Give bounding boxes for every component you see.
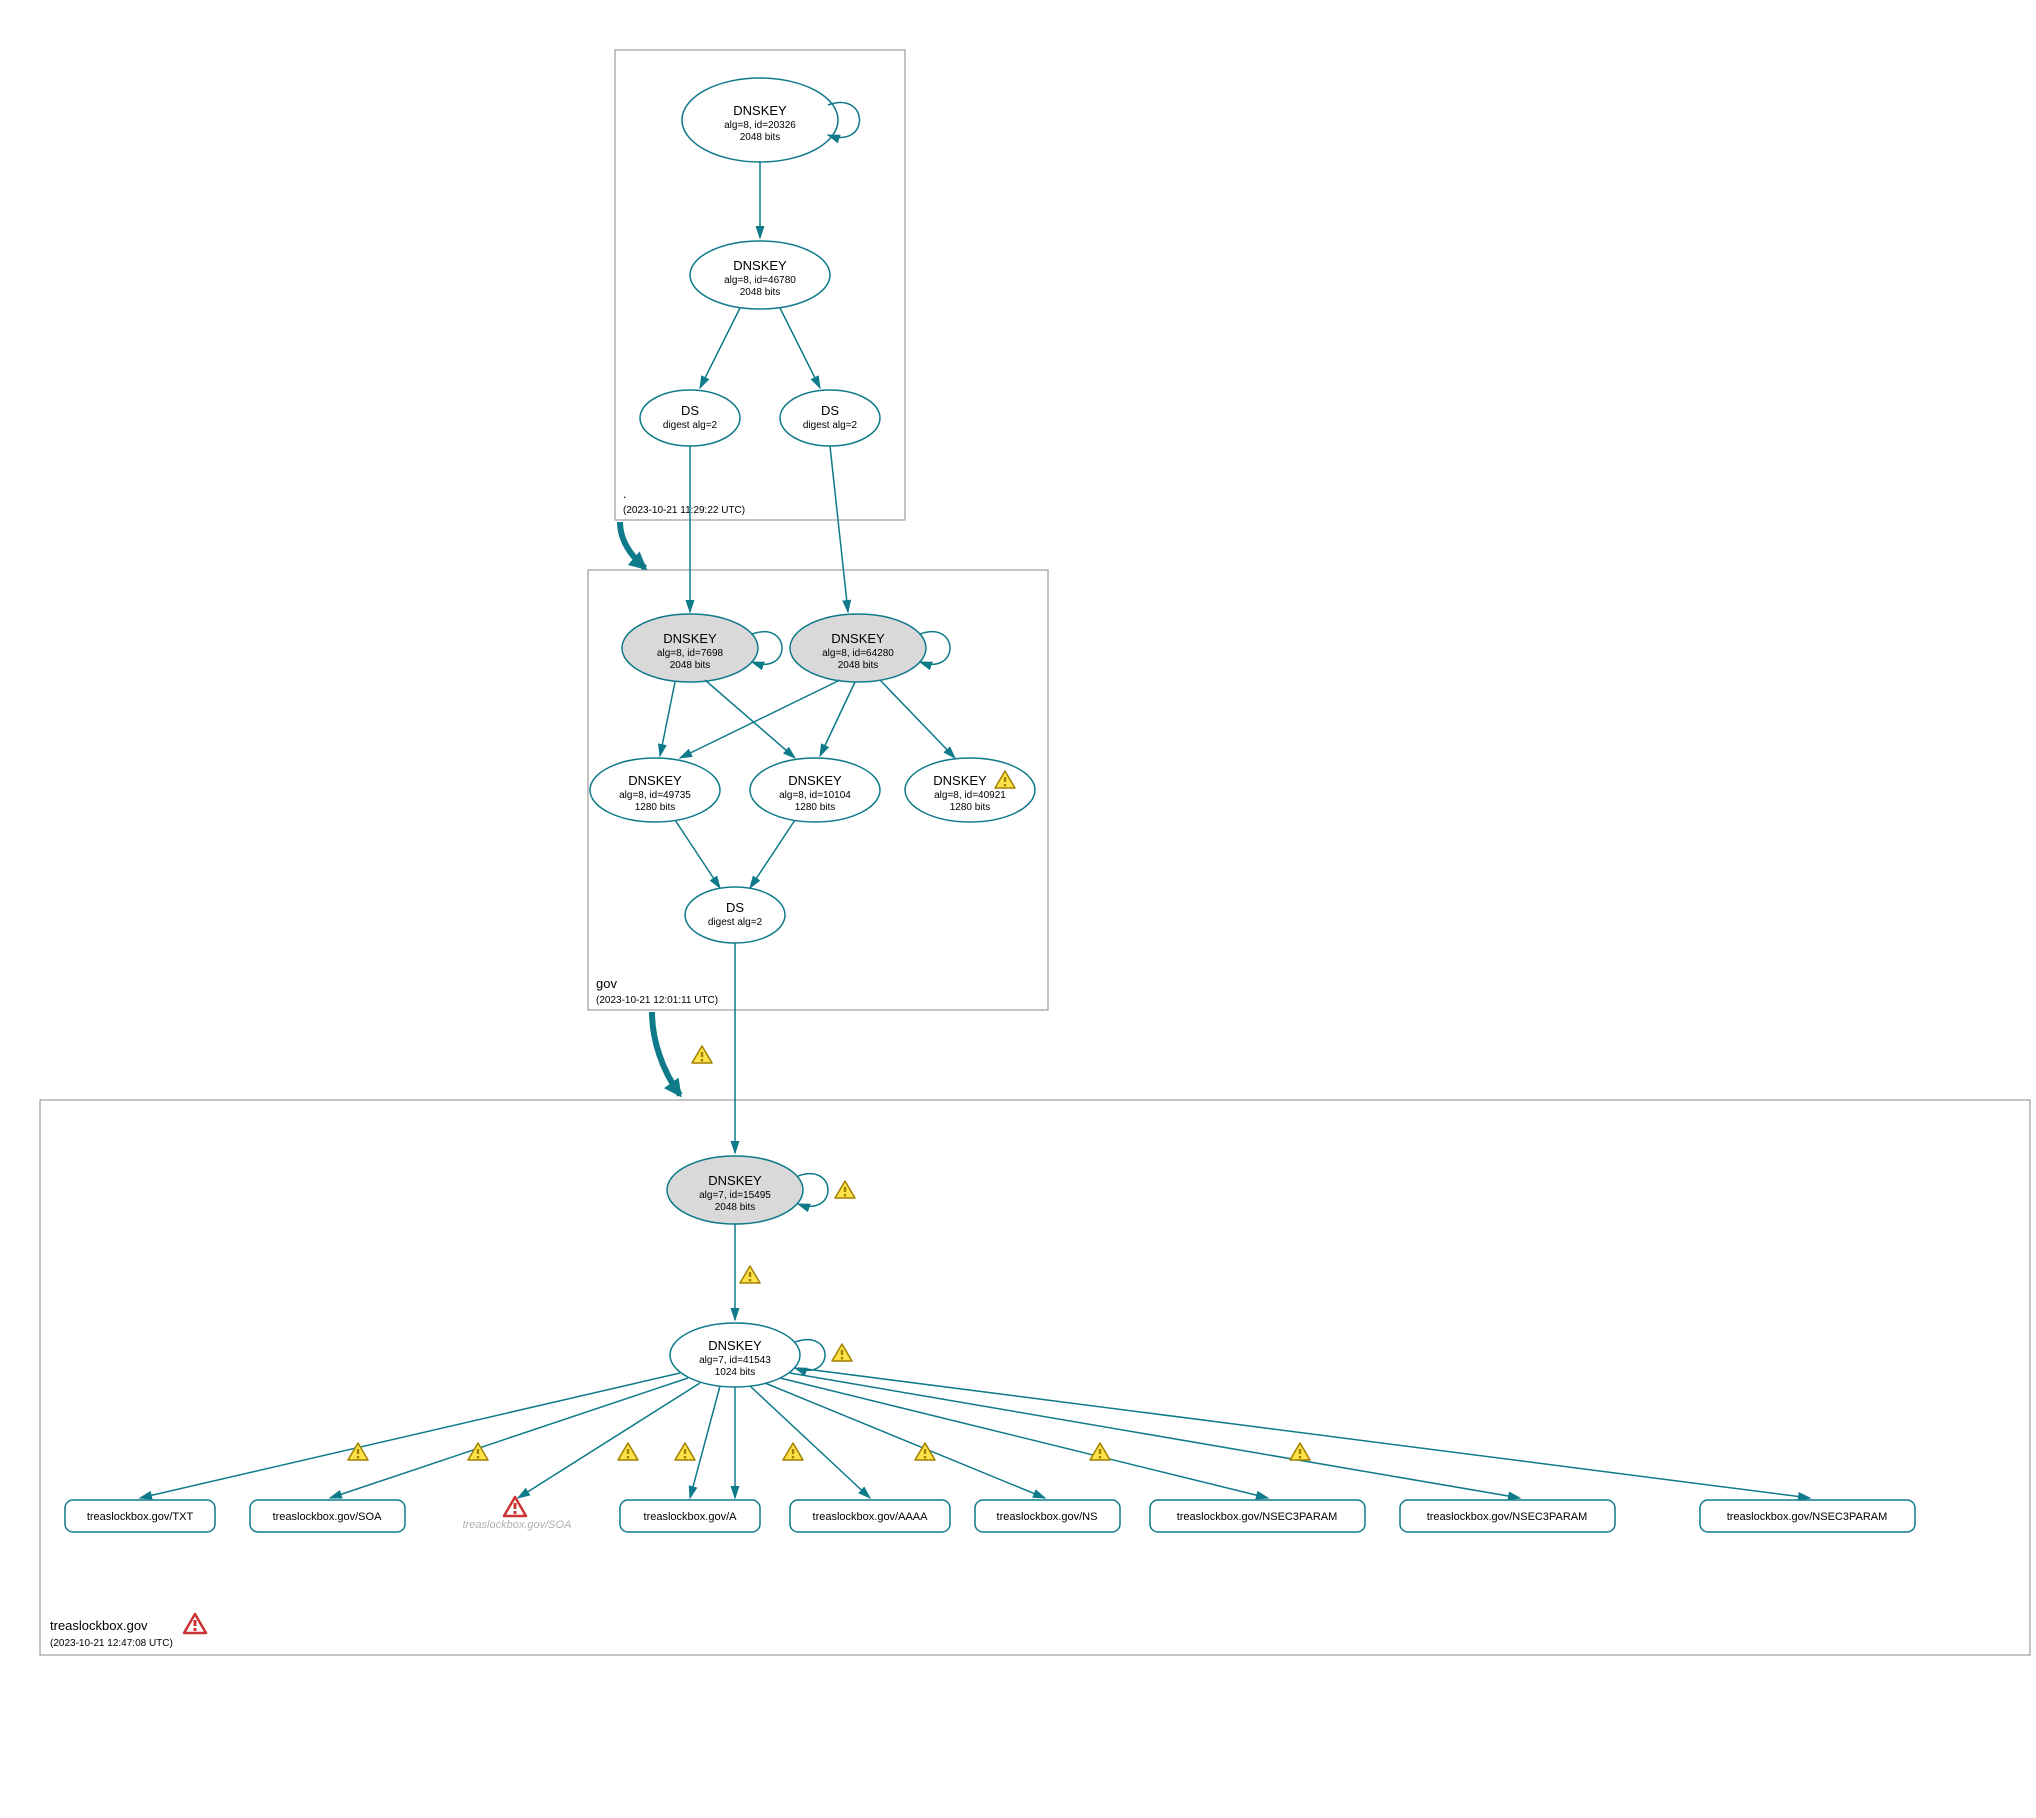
zone-gov-label: gov <box>596 976 617 991</box>
dnssec-graph: . (2023-10-21 11:29:22 UTC) DNSKEY alg=8… <box>20 20 2036 1798</box>
svg-text:DS: DS <box>821 403 839 418</box>
edge-gk1-gz2 <box>705 680 795 758</box>
svg-text:2048 bits: 2048 bits <box>670 660 711 671</box>
zone-treaslockbox-timestamp: (2023-10-21 12:47:08 UTC) <box>50 1638 173 1649</box>
warning-icon <box>618 1443 638 1460</box>
warning-icon <box>783 1443 803 1460</box>
edge-gk2-gz1 <box>680 680 840 758</box>
svg-text:DNSKEY: DNSKEY <box>831 631 885 646</box>
node-root-ds1[interactable]: DS digest alg=2 <box>640 390 740 446</box>
node-gov-zsk2[interactable]: DNSKEY alg=8, id=10104 1280 bits <box>750 758 880 822</box>
warning-icon <box>1290 1443 1310 1460</box>
zone-treaslockbox-box <box>40 1100 2030 1655</box>
svg-text:DS: DS <box>726 900 744 915</box>
edge-ds2-govksk2 <box>830 446 848 612</box>
edge-gk2-gz2 <box>820 682 855 756</box>
edge-deleg-root-gov <box>620 522 645 568</box>
node-gov-zsk1[interactable]: DNSKEY alg=8, id=49735 1280 bits <box>590 758 720 822</box>
rrset-soa-faded[interactable]: treaslockbox.gov/SOA <box>463 1497 572 1531</box>
edge-rootzsk-ds2 <box>780 308 820 388</box>
svg-text:treaslockbox.gov/NSEC3PARAM: treaslockbox.gov/NSEC3PARAM <box>1177 1511 1338 1523</box>
svg-text:alg=8, id=49735: alg=8, id=49735 <box>619 790 691 801</box>
node-root-zsk[interactable]: DNSKEY alg=8, id=46780 2048 bits <box>690 241 830 309</box>
warning-icon <box>835 1181 855 1198</box>
svg-text:alg=8, id=40921: alg=8, id=40921 <box>934 790 1006 801</box>
svg-text:2048 bits: 2048 bits <box>715 1202 756 1213</box>
zone-root-timestamp: (2023-10-21 11:29:22 UTC) <box>623 505 745 516</box>
svg-text:digest alg=2: digest alg=2 <box>708 917 763 928</box>
svg-text:1280 bits: 1280 bits <box>950 802 991 813</box>
svg-text:DNSKEY: DNSKEY <box>708 1338 762 1353</box>
svg-text:2048 bits: 2048 bits <box>740 132 781 143</box>
node-gov-ds[interactable]: DS digest alg=2 <box>685 887 785 943</box>
svg-text:2048 bits: 2048 bits <box>838 660 879 671</box>
svg-text:DS: DS <box>681 403 699 418</box>
svg-text:DNSKEY: DNSKEY <box>628 773 682 788</box>
rrset-nsec3param-3[interactable]: treaslockbox.gov/NSEC3PARAM <box>1700 1500 1915 1532</box>
svg-text:DNSKEY: DNSKEY <box>933 773 987 788</box>
svg-text:DNSKEY: DNSKEY <box>663 631 717 646</box>
warning-icon <box>740 1266 760 1283</box>
error-icon <box>504 1497 526 1516</box>
svg-text:DNSKEY: DNSKEY <box>733 103 787 118</box>
rrset-soa[interactable]: treaslockbox.gov/SOA <box>250 1500 405 1532</box>
error-icon <box>184 1614 206 1633</box>
svg-text:alg=8, id=7698: alg=8, id=7698 <box>657 648 724 659</box>
svg-text:alg=8, id=20326: alg=8, id=20326 <box>724 120 796 131</box>
edge-gk1-gz1 <box>660 682 675 756</box>
warning-icon <box>832 1344 852 1361</box>
svg-text:digest alg=2: digest alg=2 <box>803 420 858 431</box>
svg-text:1280 bits: 1280 bits <box>635 802 676 813</box>
svg-text:treaslockbox.gov/AAAA: treaslockbox.gov/AAAA <box>813 1511 929 1523</box>
svg-text:alg=7, id=41543: alg=7, id=41543 <box>699 1355 771 1366</box>
edge-deleg-gov-tl <box>652 1012 680 1095</box>
rrset-ns[interactable]: treaslockbox.gov/NS <box>975 1500 1120 1532</box>
svg-text:alg=8, id=10104: alg=8, id=10104 <box>779 790 851 801</box>
svg-text:digest alg=2: digest alg=2 <box>663 420 718 431</box>
rrset-aaaa[interactable]: treaslockbox.gov/AAAA <box>790 1500 950 1532</box>
rrset-a[interactable]: treaslockbox.gov/A <box>620 1500 760 1532</box>
warning-icon <box>1090 1443 1110 1460</box>
svg-text:treaslockbox.gov/TXT: treaslockbox.gov/TXT <box>87 1511 194 1523</box>
svg-text:DNSKEY: DNSKEY <box>708 1173 762 1188</box>
rrset-nsec3param-1[interactable]: treaslockbox.gov/NSEC3PARAM <box>1150 1500 1365 1532</box>
svg-text:treaslockbox.gov/SOA: treaslockbox.gov/SOA <box>273 1511 382 1523</box>
svg-text:DNSKEY: DNSKEY <box>788 773 842 788</box>
edge-gz1-govds <box>675 820 720 888</box>
node-gov-zsk3[interactable]: DNSKEY alg=8, id=40921 1280 bits <box>905 758 1035 822</box>
svg-text:treaslockbox.gov/SOA: treaslockbox.gov/SOA <box>463 1519 572 1531</box>
node-tl-ksk[interactable]: DNSKEY alg=7, id=15495 2048 bits <box>667 1156 803 1224</box>
edge-gk2-gz3 <box>880 680 955 758</box>
node-root-ds2[interactable]: DS digest alg=2 <box>780 390 880 446</box>
svg-text:1024 bits: 1024 bits <box>715 1367 756 1378</box>
svg-text:treaslockbox.gov/A: treaslockbox.gov/A <box>644 1511 738 1523</box>
warning-icon <box>692 1046 712 1063</box>
svg-text:alg=7, id=15495: alg=7, id=15495 <box>699 1190 771 1201</box>
svg-text:treaslockbox.gov/NSEC3PARAM: treaslockbox.gov/NSEC3PARAM <box>1727 1511 1888 1523</box>
svg-text:treaslockbox.gov/NSEC3PARAM: treaslockbox.gov/NSEC3PARAM <box>1427 1511 1588 1523</box>
zone-root-label: . <box>623 486 627 501</box>
svg-text:1280 bits: 1280 bits <box>795 802 836 813</box>
node-gov-ksk1[interactable]: DNSKEY alg=8, id=7698 2048 bits <box>622 614 758 682</box>
svg-text:treaslockbox.gov/NS: treaslockbox.gov/NS <box>997 1511 1098 1523</box>
rrset-txt[interactable]: treaslockbox.gov/TXT <box>65 1500 215 1532</box>
node-gov-ksk2[interactable]: DNSKEY alg=8, id=64280 2048 bits <box>790 614 926 682</box>
node-root-ksk[interactable]: DNSKEY alg=8, id=20326 2048 bits <box>682 78 838 162</box>
warning-icon <box>675 1443 695 1460</box>
edge-gz2-govds <box>750 820 795 888</box>
zone-gov-timestamp: (2023-10-21 12:01:11 UTC) <box>596 995 718 1006</box>
svg-text:alg=8, id=64280: alg=8, id=64280 <box>822 648 894 659</box>
edge-rootzsk-ds1 <box>700 308 740 388</box>
svg-text:2048 bits: 2048 bits <box>740 287 781 298</box>
zone-treaslockbox-label: treaslockbox.gov <box>50 1618 148 1633</box>
svg-text:DNSKEY: DNSKEY <box>733 258 787 273</box>
svg-text:alg=8, id=46780: alg=8, id=46780 <box>724 275 796 286</box>
rrset-nsec3param-2[interactable]: treaslockbox.gov/NSEC3PARAM <box>1400 1500 1615 1532</box>
